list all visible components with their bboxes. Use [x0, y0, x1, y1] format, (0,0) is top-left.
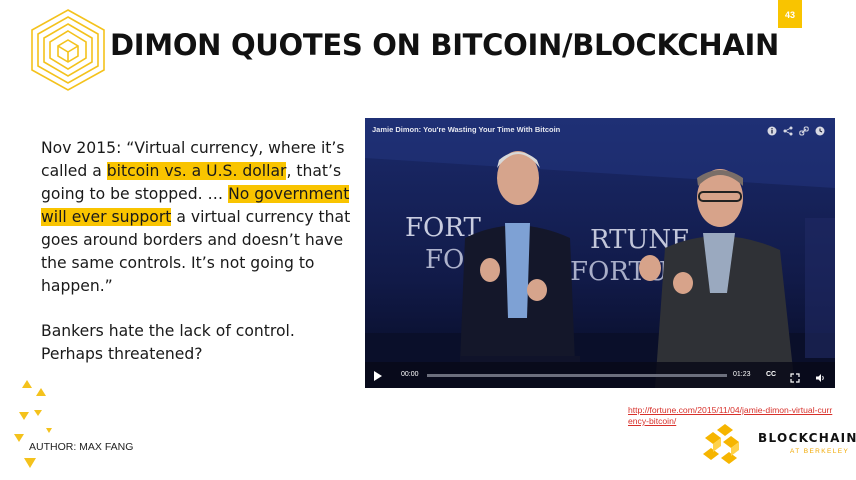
commentary-text: Bankers hate the lack of control. Perhap… [41, 322, 295, 363]
quote-highlight-1: bitcoin vs. a U.S. dollar [106, 162, 287, 180]
slide: 43 DIMON QUOTES ON BITCOIN/BLOCKCHAIN No… [0, 0, 856, 480]
video-top-icons [767, 123, 825, 136]
current-time: 00:00 [401, 371, 419, 378]
blockchain-logo-icon [703, 424, 739, 464]
play-icon[interactable] [373, 369, 383, 387]
share-icon[interactable] [783, 123, 793, 136]
link-icon[interactable] [799, 123, 809, 136]
page-number: 43 [778, 0, 802, 28]
slide-title: DIMON QUOTES ON BITCOIN/BLOCKCHAIN [110, 28, 779, 62]
quote-block: Nov 2015: “Virtual currency, where it’s … [41, 137, 356, 366]
clock-icon[interactable] [815, 123, 825, 136]
video-player[interactable]: FORT FO RTUNE FORTU Jamie Dimon: You're … [365, 118, 835, 388]
cube-logo-icon [31, 9, 105, 91]
volume-icon[interactable] [815, 370, 826, 388]
quote-text: Nov 2015: “Virtual currency, where it’s … [41, 137, 356, 298]
backdrop-text-2: FO [425, 245, 464, 275]
fullscreen-icon[interactable] [790, 370, 800, 388]
video-title: Jamie Dimon: You're Wasting Your Time Wi… [372, 125, 561, 134]
video-controls: 00:00 01:23 CC [365, 362, 835, 388]
brand-name: BLOCKCHAIN [758, 431, 856, 445]
seek-bar[interactable] [427, 374, 727, 377]
duration: 01:23 [733, 371, 751, 378]
info-icon[interactable] [767, 123, 777, 136]
triangles-decoration [14, 380, 52, 468]
author-label: AUTHOR: MAX FANG [29, 441, 134, 453]
brand-subtitle: AT BERKELEY [790, 448, 850, 455]
captions-button[interactable]: CC [766, 371, 776, 378]
video-frame: FORT FO RTUNE FORTU [365, 118, 835, 388]
